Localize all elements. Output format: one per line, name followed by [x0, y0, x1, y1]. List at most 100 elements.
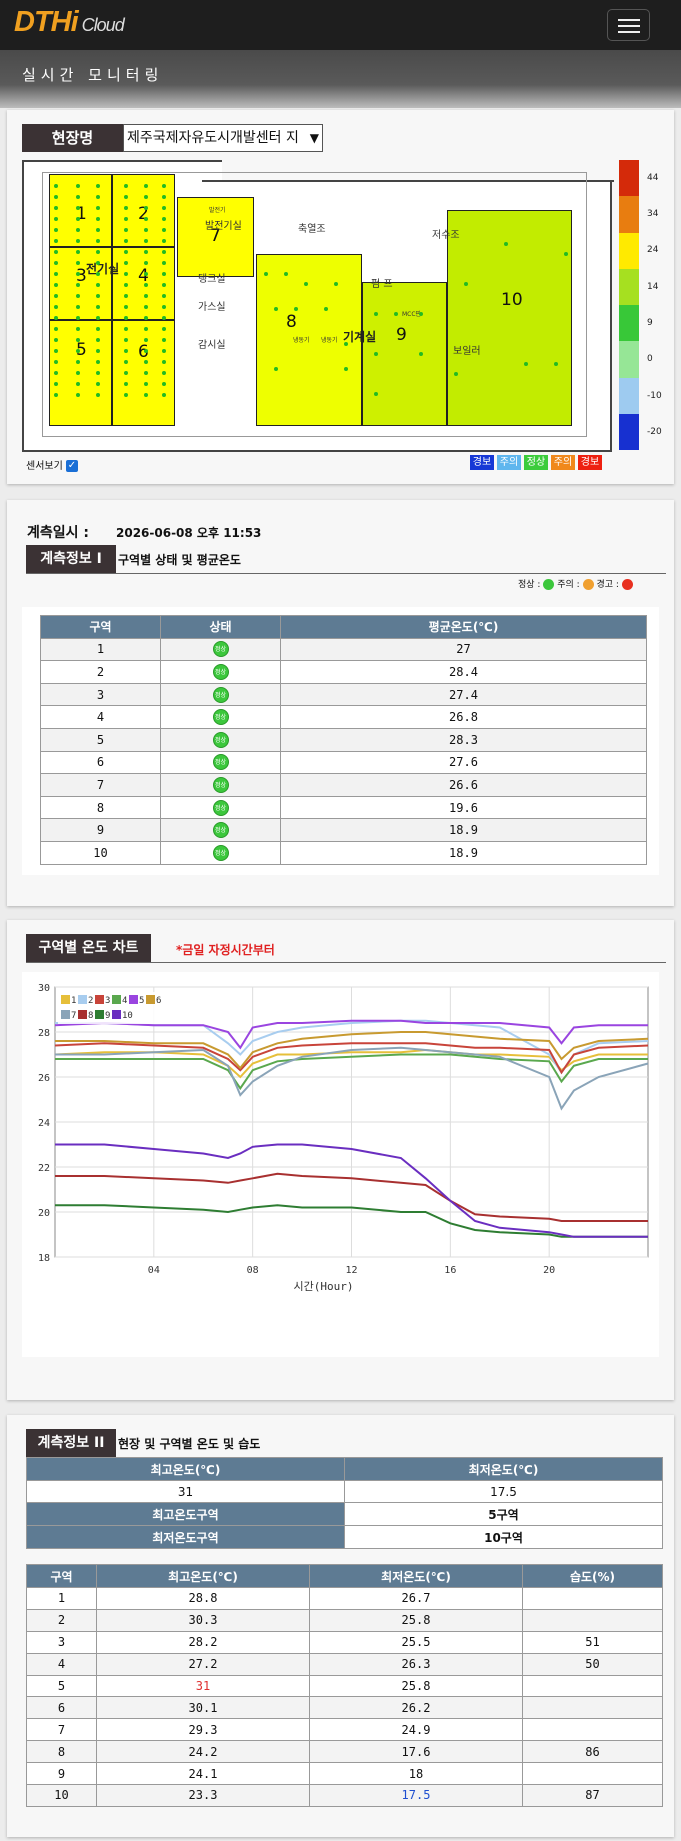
normal-status-icon: 정상 — [212, 709, 229, 726]
sensor-dot — [76, 195, 80, 199]
min-temp-cell: 24.9 — [309, 1718, 523, 1742]
sensor-dot — [76, 327, 80, 331]
zone-cell: 3 — [40, 682, 161, 707]
sensor-dot — [144, 283, 148, 287]
sensor-dot — [76, 294, 80, 298]
site-label: 현장명 — [22, 124, 123, 152]
zone-cell: 10 — [40, 840, 161, 865]
sensor-dot — [76, 228, 80, 232]
sensor-dot — [96, 250, 100, 254]
max-temp-cell: 30.1 — [96, 1696, 310, 1720]
zone-cell: 7 — [26, 1718, 97, 1742]
status-cell: 정상 — [160, 727, 281, 752]
avg-temp-cell: 18.9 — [280, 840, 647, 865]
sensor-dot — [284, 272, 288, 276]
sensor-dot — [264, 272, 268, 276]
sensor-dot — [124, 316, 128, 320]
zone-5[interactable] — [49, 320, 112, 426]
zone-cell: 6 — [26, 1696, 97, 1720]
table-row: 5 정상 28.3 — [40, 727, 647, 752]
sensor-dot — [144, 393, 148, 397]
x-tick-label: 08 — [247, 1265, 259, 1276]
humidity-cell: 87 — [522, 1784, 663, 1807]
min-temp-value: 17.5 — [344, 1480, 663, 1503]
sensor-dot — [54, 393, 58, 397]
humidity-cell — [522, 1762, 663, 1786]
scale-label: 24 — [647, 245, 659, 255]
sensor-dot — [304, 282, 308, 286]
zone-cell: 9 — [26, 1762, 97, 1786]
sensor-dot — [54, 294, 58, 298]
max-temp-cell: 31 — [96, 1674, 310, 1698]
sensor-dot — [96, 239, 100, 243]
legend-label-10: 10 — [122, 1011, 133, 1021]
table-header-row: 구역 상태 평균온도(℃) — [40, 615, 647, 639]
sensor-dot — [294, 307, 298, 311]
sensor-dot — [54, 360, 58, 364]
legend-swatch-6 — [146, 995, 155, 1004]
normal-status-icon: 정상 — [212, 776, 229, 793]
legend-swatch-3 — [95, 995, 104, 1004]
sensor-dot — [524, 362, 528, 366]
zone-number: 8 — [286, 312, 297, 332]
sensor-dot — [162, 250, 166, 254]
sensor-dot — [124, 338, 128, 342]
legend-label-1: 1 — [71, 996, 76, 1006]
room-label: 전기실 — [86, 262, 120, 276]
sensor-dot — [76, 371, 80, 375]
menu-toggle-button[interactable] — [607, 9, 650, 41]
avg-temp-cell: 18.9 — [280, 818, 647, 842]
section-subtitle: 구역별 상태 및 평균온도 — [118, 553, 241, 567]
checkbox-checked-icon[interactable]: ✓ — [66, 460, 78, 472]
room-label: 펌 프 — [371, 279, 393, 290]
sensor-dot — [76, 217, 80, 221]
max-temp-label: 최고온도(℃) — [26, 1457, 345, 1481]
sensor-dot — [76, 250, 80, 254]
sensor-dot — [334, 282, 338, 286]
section-header: 구역별 온도 차트 — [26, 934, 151, 962]
sensor-dot — [144, 239, 148, 243]
avg-temp-cell: 27 — [280, 637, 647, 662]
site-select[interactable]: 제주국제자유도시개발센터 지 ▼ — [123, 124, 323, 152]
legend-caution-low: 주의 — [497, 455, 521, 470]
status-cell: 정상 — [160, 818, 281, 842]
sensor-dot — [464, 282, 468, 286]
sensor-dot — [96, 371, 100, 375]
sensor-dot — [54, 261, 58, 265]
normal-status-icon: 정상 — [212, 663, 229, 680]
zone-status-table: 구역 상태 평균온도(℃) 1 정상 27 2 정상 28.4 3 정상 27.4 4 정상 26.8… — [40, 615, 647, 865]
sensor-dot — [162, 283, 166, 287]
legend-swatch-4 — [112, 995, 121, 1004]
max-temp-cell: 29.3 — [96, 1718, 310, 1742]
max-temp-cell: 23.3 — [96, 1784, 310, 1807]
sensor-dot — [96, 261, 100, 265]
sensor-dot — [76, 393, 80, 397]
min-temp-cell: 26.3 — [309, 1652, 523, 1676]
sensor-dot — [124, 349, 128, 353]
sensor-dot — [374, 312, 378, 316]
table-row: 8 24.2 17.6 86 — [26, 1740, 663, 1764]
min-temp-cell: 25.5 — [309, 1630, 523, 1654]
sensor-dot — [54, 217, 58, 221]
sensor-dot — [96, 195, 100, 199]
sensor-dot — [96, 305, 100, 309]
legend-swatch-8 — [78, 1010, 87, 1019]
sensor-dot — [162, 195, 166, 199]
sensor-dot — [96, 338, 100, 342]
logo-sub: Cloud — [81, 15, 125, 35]
sensor-dot — [54, 184, 58, 188]
sensor-dot — [76, 184, 80, 188]
sensor-dot — [124, 184, 128, 188]
zone-10[interactable] — [447, 210, 572, 426]
brand-logo[interactable]: DTHi Cloud — [14, 6, 125, 39]
humidity-cell: 50 — [522, 1652, 663, 1676]
legend-alarm-high: 경보 — [578, 455, 602, 470]
table-row: 7 29.3 24.9 — [26, 1718, 663, 1742]
sensor-dot — [144, 371, 148, 375]
sensor-view-toggle[interactable]: 센서보기 ✓ — [26, 457, 78, 472]
sensor-dot — [124, 206, 128, 210]
sensor-dot — [124, 294, 128, 298]
sensor-dot — [54, 228, 58, 232]
sensor-dot — [162, 393, 166, 397]
sensor-dot — [96, 393, 100, 397]
